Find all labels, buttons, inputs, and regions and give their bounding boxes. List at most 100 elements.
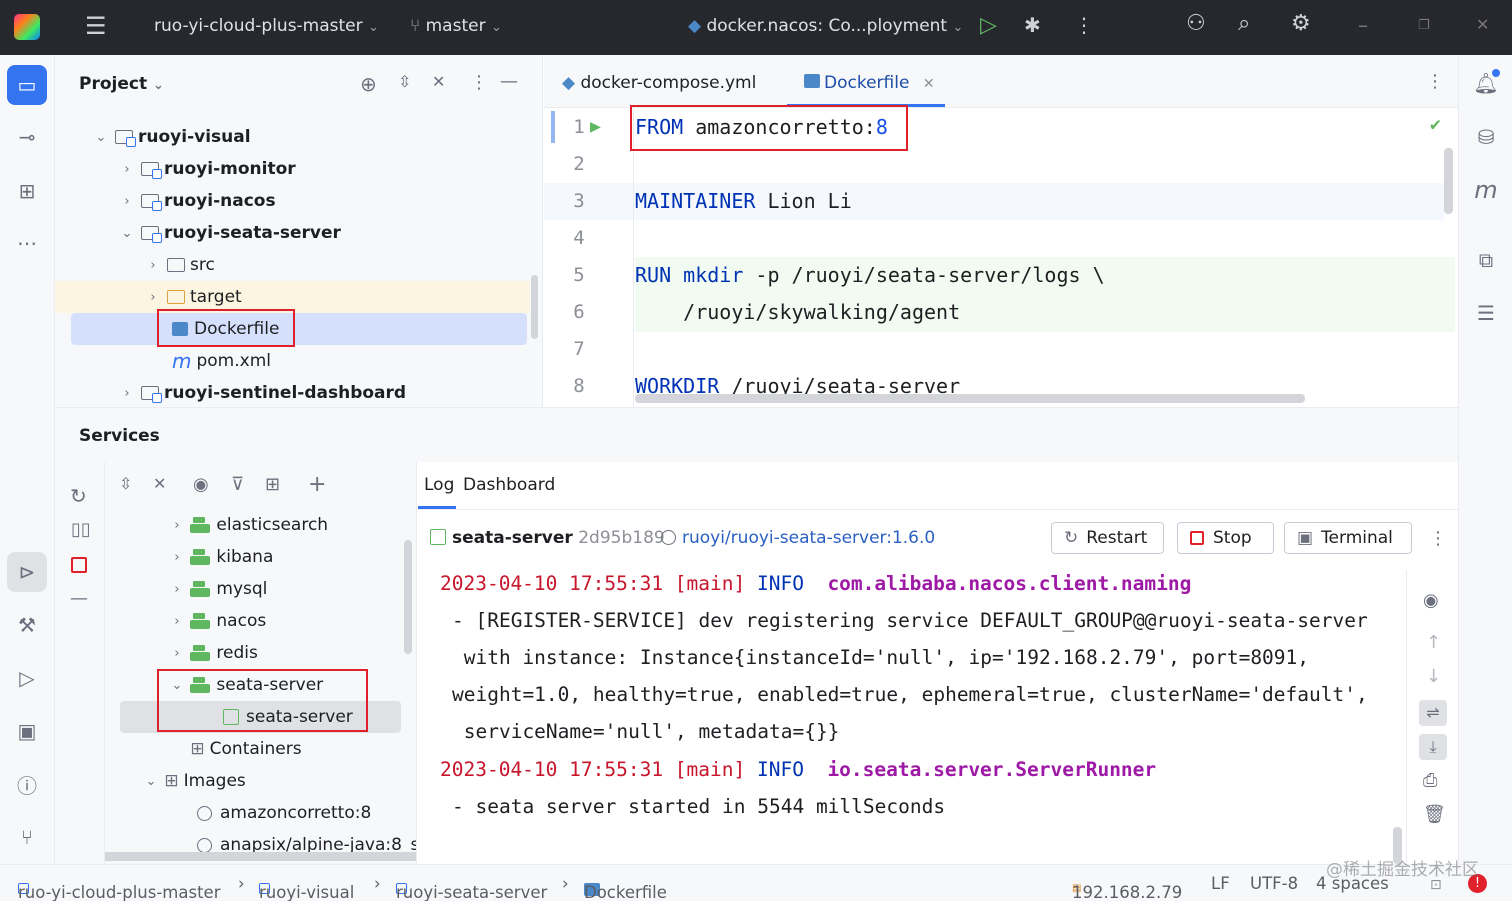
project-tool-icon[interactable]: ▭ xyxy=(7,65,47,105)
tab-dashboard[interactable]: Dashboard xyxy=(463,475,555,495)
close-window-icon[interactable]: ✕ xyxy=(1476,15,1489,35)
services-tree-scrollbar[interactable] xyxy=(404,540,412,654)
tree-item-target[interactable]: › target xyxy=(145,281,241,313)
tab-docker-compose[interactable]: ◆ docker-compose.yml xyxy=(562,73,756,93)
notifications-icon[interactable]: 🔔︎ xyxy=(1466,63,1506,103)
image-icon xyxy=(197,805,212,821)
no-problems-check-icon[interactable]: ✔ xyxy=(1430,114,1441,135)
service-item-redis[interactable]: › redis xyxy=(169,637,257,669)
build-tool-icon[interactable]: ⚒ xyxy=(7,605,47,645)
view-options-icon[interactable]: ◉ xyxy=(1423,590,1439,611)
more-tools-icon[interactable]: ⋯ xyxy=(7,223,47,263)
refresh-icon[interactable]: ↻ xyxy=(70,484,87,508)
tree-item-src[interactable]: › src xyxy=(145,249,214,281)
tree-item-ruoyi-sentinel-dashboard[interactable]: › ruoyi-sentinel-dashboard xyxy=(119,377,406,407)
log-line: - seata server started in 5544 millSecon… xyxy=(452,795,946,818)
minus-icon[interactable]: — xyxy=(70,588,88,609)
run-icon[interactable]: ▷ xyxy=(980,15,997,37)
log-line: - [REGISTER-SERVICE] dev registering ser… xyxy=(452,609,1368,632)
git-tool-icon[interactable]: ⑂ xyxy=(7,817,47,857)
stop-icon[interactable] xyxy=(71,557,87,573)
main-menu-icon[interactable]: ☰ xyxy=(85,14,107,38)
clear-all-trash-icon[interactable]: 🗑︎ xyxy=(1423,804,1446,825)
soft-wrap-icon[interactable]: ⇌ xyxy=(1419,700,1447,726)
expand-all-icon[interactable]: ⇳ xyxy=(398,72,411,91)
expand-icon[interactable]: ⇳ xyxy=(119,474,132,493)
tab-options-icon[interactable]: ⋮ xyxy=(1426,71,1444,92)
code-editor[interactable]: 1 ▶ 2 3 4 5 6 7 8 FROM amazoncorretto:8 … xyxy=(544,108,1458,407)
collapse-icon[interactable]: ✕ xyxy=(153,474,166,493)
scroll-to-end-icon[interactable]: ⤓ xyxy=(1419,734,1447,760)
tree-item-ruoyi-visual[interactable]: ⌄ ruoyi-visual xyxy=(93,121,251,153)
image-item-amazoncorretto[interactable]: amazoncorretto:8 xyxy=(197,797,371,829)
print-icon[interactable]: ⎙ xyxy=(1423,770,1437,791)
services-tree-hscrollbar[interactable] xyxy=(105,852,416,861)
tree-item-dockerfile[interactable]: Dockerfile xyxy=(172,313,279,345)
scroll-down-icon[interactable]: ↓ xyxy=(1426,666,1441,687)
stop-button[interactable]: Stop xyxy=(1177,522,1274,554)
debug-icon[interactable]: ✱ xyxy=(1024,15,1041,35)
container-image-link[interactable]: ruoyi/ruoyi-seata-server:1.6.0 xyxy=(661,528,935,548)
active-tab-underline xyxy=(787,104,945,107)
show-icon[interactable]: ◉ xyxy=(193,474,209,495)
hide-panel-icon[interactable]: — xyxy=(500,71,518,92)
structure-tool-icon[interactable]: ⊞ xyxy=(7,171,47,211)
service-item-elasticsearch[interactable]: › elasticsearch xyxy=(169,509,328,541)
tree-item-ruoyi-seata-server[interactable]: ⌄ ruoyi-seata-server xyxy=(119,217,341,249)
collapse-all-icon[interactable]: ✕ xyxy=(432,72,445,91)
status-bar: ruo-yi-cloud-plus-master › ruoyi-visual … xyxy=(0,860,1512,901)
diff-tool-icon[interactable]: ⧉ xyxy=(1466,240,1506,280)
editor-horizontal-scrollbar[interactable] xyxy=(635,394,1305,403)
service-item-kibana[interactable]: › kibana xyxy=(169,541,273,573)
container-header: seata-server 2d95b189 xyxy=(430,528,665,548)
search-icon[interactable]: ⌕ xyxy=(1238,13,1250,35)
filter-icon[interactable]: ⊽ xyxy=(231,474,244,495)
service-item-nacos[interactable]: › nacos xyxy=(169,605,266,637)
branch-switcher[interactable]: ⑂ master ⌄ xyxy=(410,16,502,36)
run-config-selector[interactable]: ◆ docker.nacos: Co...ployment ⌄ xyxy=(688,16,963,36)
project-switcher[interactable]: ruo-yi-cloud-plus-master ⌄ xyxy=(154,16,379,36)
terminal-button[interactable]: ▣ Terminal xyxy=(1284,522,1412,554)
database-icon[interactable]: ⛁ xyxy=(1466,117,1506,157)
run-gutter-icon[interactable]: ▶ xyxy=(590,116,601,137)
restart-button[interactable]: ↻ Restart xyxy=(1051,522,1164,554)
service-item-seata-server[interactable]: ⌄ seata-server xyxy=(169,669,324,701)
tree-item-ruoyi-nacos[interactable]: › ruoyi-nacos xyxy=(119,185,276,217)
add-service-icon[interactable]: + xyxy=(308,472,326,497)
run-tool-icon[interactable]: ▷ xyxy=(7,658,47,698)
service-item-images[interactable]: ⌄ ⊞ Images xyxy=(143,765,246,797)
line-separator[interactable]: LF xyxy=(1211,874,1230,893)
pause-icon[interactable]: ▯▯ xyxy=(71,519,91,540)
container-item-seata-server[interactable]: seata-server xyxy=(223,701,353,733)
more-options-icon[interactable]: ⋮ xyxy=(1429,528,1447,549)
tab-log[interactable]: Log xyxy=(424,475,454,495)
scroll-up-icon[interactable]: ↑ xyxy=(1426,632,1441,653)
settings-gear-icon[interactable]: ⚙ xyxy=(1291,13,1311,35)
project-panel: Project ⌄ ⊕ ⇳ ✕ ⋮ — ⌄ ruoyi-visual › ruoyi… xyxy=(55,55,543,407)
service-item-mysql[interactable]: › mysql xyxy=(169,573,267,605)
more-actions-icon[interactable]: ⋮ xyxy=(1074,15,1094,35)
terminal-tool-icon[interactable]: ▣ xyxy=(7,711,47,751)
services-tool-icon[interactable]: ⊳ xyxy=(7,552,47,592)
locate-icon[interactable]: ⊕ xyxy=(360,72,377,96)
tree-item-pom-xml[interactable]: m pom.xml xyxy=(172,345,271,377)
structure-list-icon[interactable]: ☰ xyxy=(1466,293,1506,333)
editor-vertical-scrollbar[interactable] xyxy=(1444,148,1453,214)
docker-compose-service-icon xyxy=(190,677,211,693)
problems-tool-icon[interactable]: ⓘ xyxy=(7,764,47,804)
service-item-containers[interactable]: ⊞ Containers xyxy=(169,733,301,765)
tree-item-ruoyi-monitor[interactable]: › ruoyi-monitor xyxy=(119,153,296,185)
code-with-me-icon[interactable]: ⚇ xyxy=(1186,13,1206,35)
tab-dockerfile[interactable]: Dockerfile ✕ xyxy=(804,73,935,93)
maven-tool-icon[interactable]: m xyxy=(1466,170,1506,210)
file-encoding[interactable]: UTF-8 xyxy=(1250,874,1298,893)
project-scrollbar[interactable] xyxy=(531,275,538,339)
commit-tool-icon[interactable]: ⊸ xyxy=(7,117,47,157)
minimize-icon[interactable]: – xyxy=(1358,15,1368,35)
project-panel-title[interactable]: Project ⌄ xyxy=(79,74,164,94)
new-tab-icon[interactable]: ⊞ xyxy=(265,474,280,495)
restore-icon[interactable]: ❐ xyxy=(1418,16,1430,36)
close-tab-icon[interactable]: ✕ xyxy=(923,76,935,92)
panel-options-icon[interactable]: ⋮ xyxy=(470,72,488,93)
line-number: 2 xyxy=(573,153,585,175)
